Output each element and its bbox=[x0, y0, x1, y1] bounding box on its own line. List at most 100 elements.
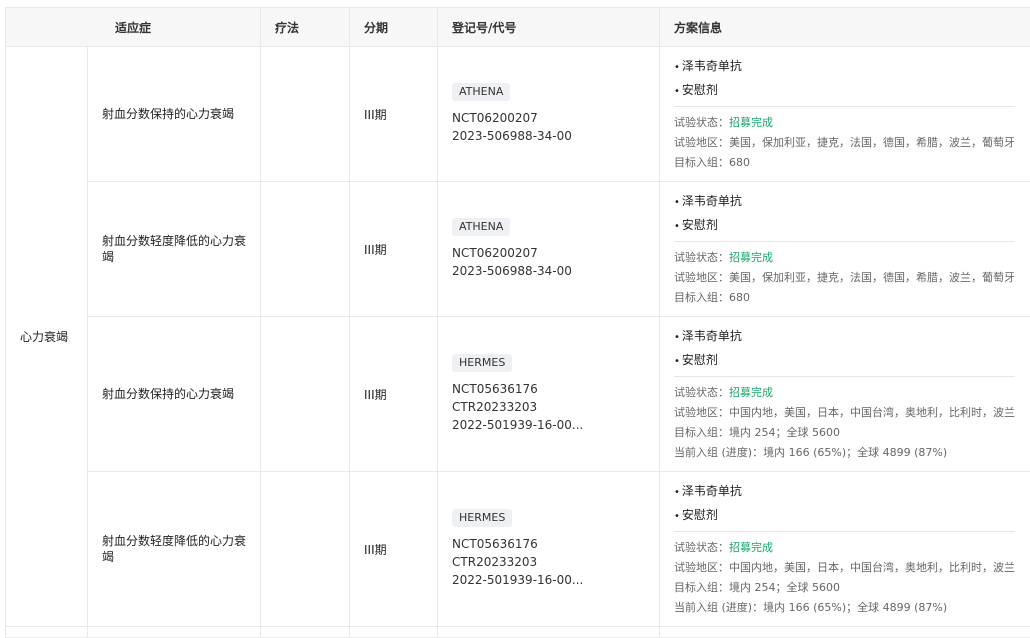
drug-list: •泽韦奇单抗•安慰剂 bbox=[674, 190, 1015, 238]
table-header-row: 适应症 疗法 分期 登记号/代号 方案信息 bbox=[6, 8, 1030, 47]
status-label: 试验状态： bbox=[674, 541, 729, 554]
indication-group-cell: 心力衰竭 bbox=[6, 47, 88, 627]
plan-cell: •泽韦奇单抗•安慰剂 试验状态：招募完成 试验地区：美国，保加利亚，捷克，法国，… bbox=[660, 182, 1030, 317]
drug-item: •泽韦奇单抗 bbox=[674, 55, 1015, 79]
trial-status-line: 试验状态：招募完成 bbox=[674, 383, 1015, 403]
registry-id: NCT05636176 bbox=[452, 380, 659, 398]
drug-item: •泽韦奇单抗 bbox=[674, 325, 1015, 349]
current-enroll-line: 当前入组 (进度)：境内 166 (65%)；全球 4899 (87%) bbox=[674, 598, 1015, 618]
registry-ids: NCT062002072023-506988-34-00 bbox=[452, 109, 659, 145]
plan-cell: •泽韦奇单抗•安慰剂 试验状态：招募完成 试验地区：中国内地，美国，日本，中国台… bbox=[660, 472, 1030, 627]
target-enroll-line: 目标入组：680 bbox=[674, 288, 1015, 308]
target-enroll-line: 目标入组：境内 254；全球 5600 bbox=[674, 578, 1015, 598]
current-value: 境内 166 (65%)；全球 4899 (87%) bbox=[763, 446, 947, 459]
phase-cell: III期 bbox=[350, 47, 438, 182]
target-value: 680 bbox=[729, 291, 750, 304]
trial-region-line: 试验地区：美国，保加利亚，捷克，法国，德国，希腊，波兰，葡萄牙 bbox=[674, 268, 1015, 288]
trial-code-tag[interactable]: HERMES bbox=[452, 354, 512, 372]
empty-cell bbox=[261, 627, 350, 638]
status-label: 试验状态： bbox=[674, 386, 729, 399]
current-enroll-line: 当前入组 (进度)：境内 166 (65%)；全球 4899 (87%) bbox=[674, 443, 1015, 463]
header-plan[interactable]: 方案信息 bbox=[660, 8, 1030, 47]
plan-cell: •泽韦奇单抗•安慰剂 试验状态：招募完成 试验地区：美国，保加利亚，捷克，法国，… bbox=[660, 47, 1030, 182]
region-label: 试验地区： bbox=[674, 406, 729, 419]
bullet-icon: • bbox=[674, 356, 680, 367]
phase-text: III期 bbox=[364, 388, 387, 402]
trial-status-line: 试验状态：招募完成 bbox=[674, 248, 1015, 268]
plan-divider bbox=[674, 241, 1015, 242]
registry-id: 2023-506988-34-00 bbox=[452, 262, 659, 280]
registry-ids: NCT062002072023-506988-34-00 bbox=[452, 244, 659, 280]
drug-list: •泽韦奇单抗•安慰剂 bbox=[674, 480, 1015, 528]
region-value: 美国，保加利亚，捷克，法国，德国，希腊，波兰，葡萄牙 bbox=[729, 271, 1015, 284]
bullet-icon: • bbox=[674, 197, 680, 208]
table-row[interactable]: 射血分数轻度降低的心力衰竭 III期 HERMES NCT05636176CTR… bbox=[6, 472, 1030, 627]
bullet-icon: • bbox=[674, 511, 680, 522]
plan-divider bbox=[674, 531, 1015, 532]
drug-item: •安慰剂 bbox=[674, 214, 1015, 238]
trial-region-line: 试验地区：美国，保加利亚，捷克，法国，德国，希腊，波兰，葡萄牙 bbox=[674, 133, 1015, 153]
empty-cell bbox=[350, 627, 438, 638]
drug-item: •泽韦奇单抗 bbox=[674, 480, 1015, 504]
drug-item: •泽韦奇单抗 bbox=[674, 190, 1015, 214]
status-value: 招募完成 bbox=[729, 251, 773, 264]
bullet-icon: • bbox=[674, 86, 680, 97]
phase-text: III期 bbox=[364, 243, 387, 257]
trial-code-tag[interactable]: ATHENA bbox=[452, 218, 510, 236]
current-value: 境内 166 (65%)；全球 4899 (87%) bbox=[763, 601, 947, 614]
header-registry[interactable]: 登记号/代号 bbox=[438, 8, 660, 47]
drug-list: •泽韦奇单抗•安慰剂 bbox=[674, 325, 1015, 373]
target-value: 境内 254；全球 5600 bbox=[729, 426, 840, 439]
region-label: 试验地区： bbox=[674, 561, 729, 574]
phase-text: III期 bbox=[364, 543, 387, 557]
bullet-icon: • bbox=[674, 487, 680, 498]
registry-id: NCT05636176 bbox=[452, 535, 659, 553]
table-row[interactable]: 射血分数保持的心力衰竭 III期 HERMES NCT05636176CTR20… bbox=[6, 317, 1030, 472]
registry-cell: HERMES NCT05636176CTR202332032022-501939… bbox=[438, 472, 660, 627]
drug-name: 泽韦奇单抗 bbox=[682, 484, 742, 498]
trial-code-tag[interactable]: HERMES bbox=[452, 509, 512, 527]
trial-status-line: 试验状态：招募完成 bbox=[674, 538, 1015, 558]
indication-cell: 射血分数轻度降低的心力衰竭 bbox=[88, 182, 261, 317]
trials-table: 适应症 疗法 分期 登记号/代号 方案信息 心力衰竭 射血分数保持的心力衰竭 I… bbox=[5, 7, 1030, 638]
region-value: 美国，保加利亚，捷克，法国，德国，希腊，波兰，葡萄牙 bbox=[729, 136, 1015, 149]
region-label: 试验地区： bbox=[674, 271, 729, 284]
therapy-cell bbox=[261, 47, 350, 182]
drug-name: 安慰剂 bbox=[682, 353, 718, 367]
drug-item: •安慰剂 bbox=[674, 349, 1015, 373]
indication-text: 射血分数轻度降低的心力衰竭 bbox=[102, 534, 246, 564]
target-label: 目标入组： bbox=[674, 291, 729, 304]
registry-id: 2023-506988-34-00 bbox=[452, 127, 659, 145]
plan-cell: •泽韦奇单抗•安慰剂 试验状态：招募完成 试验地区：中国内地，美国，日本，中国台… bbox=[660, 317, 1030, 472]
target-label: 目标入组： bbox=[674, 426, 729, 439]
header-phase[interactable]: 分期 bbox=[350, 8, 438, 47]
therapy-cell bbox=[261, 317, 350, 472]
region-value: 中国内地，美国，日本，中国台湾，奥地利，比利时，波兰 bbox=[729, 561, 1015, 574]
empty-cell bbox=[438, 627, 660, 638]
trial-region-line: 试验地区：中国内地，美国，日本，中国台湾，奥地利，比利时，波兰 bbox=[674, 558, 1015, 578]
registry-ids: NCT05636176CTR202332032022-501939-16-00.… bbox=[452, 380, 659, 434]
table-row-partial bbox=[6, 627, 1030, 638]
bullet-icon: • bbox=[674, 332, 680, 343]
table-row[interactable]: 心力衰竭 射血分数保持的心力衰竭 III期 ATHENA NCT06200207… bbox=[6, 47, 1030, 182]
header-indication[interactable]: 适应症 bbox=[6, 8, 261, 47]
registry-cell: HERMES NCT05636176CTR202332032022-501939… bbox=[438, 317, 660, 472]
phase-cell: III期 bbox=[350, 182, 438, 317]
current-label: 当前入组 (进度)： bbox=[674, 446, 763, 459]
indication-group-text: 心力衰竭 bbox=[20, 330, 68, 344]
trial-code-tag[interactable]: ATHENA bbox=[452, 83, 510, 101]
target-label: 目标入组： bbox=[674, 581, 729, 594]
indication-text: 射血分数保持的心力衰竭 bbox=[102, 107, 234, 121]
registry-cell: ATHENA NCT062002072023-506988-34-00 bbox=[438, 182, 660, 317]
phase-cell: III期 bbox=[350, 317, 438, 472]
empty-cell bbox=[6, 627, 88, 638]
table-row[interactable]: 射血分数轻度降低的心力衰竭 III期 ATHENA NCT06200207202… bbox=[6, 182, 1030, 317]
header-therapy[interactable]: 疗法 bbox=[261, 8, 350, 47]
indication-cell: 射血分数轻度降低的心力衰竭 bbox=[88, 472, 261, 627]
registry-id: NCT06200207 bbox=[452, 244, 659, 262]
registry-id: CTR20233203 bbox=[452, 398, 659, 416]
registry-id: CTR20233203 bbox=[452, 553, 659, 571]
indication-cell: 射血分数保持的心力衰竭 bbox=[88, 317, 261, 472]
drug-name: 泽韦奇单抗 bbox=[682, 59, 742, 73]
therapy-cell bbox=[261, 182, 350, 317]
